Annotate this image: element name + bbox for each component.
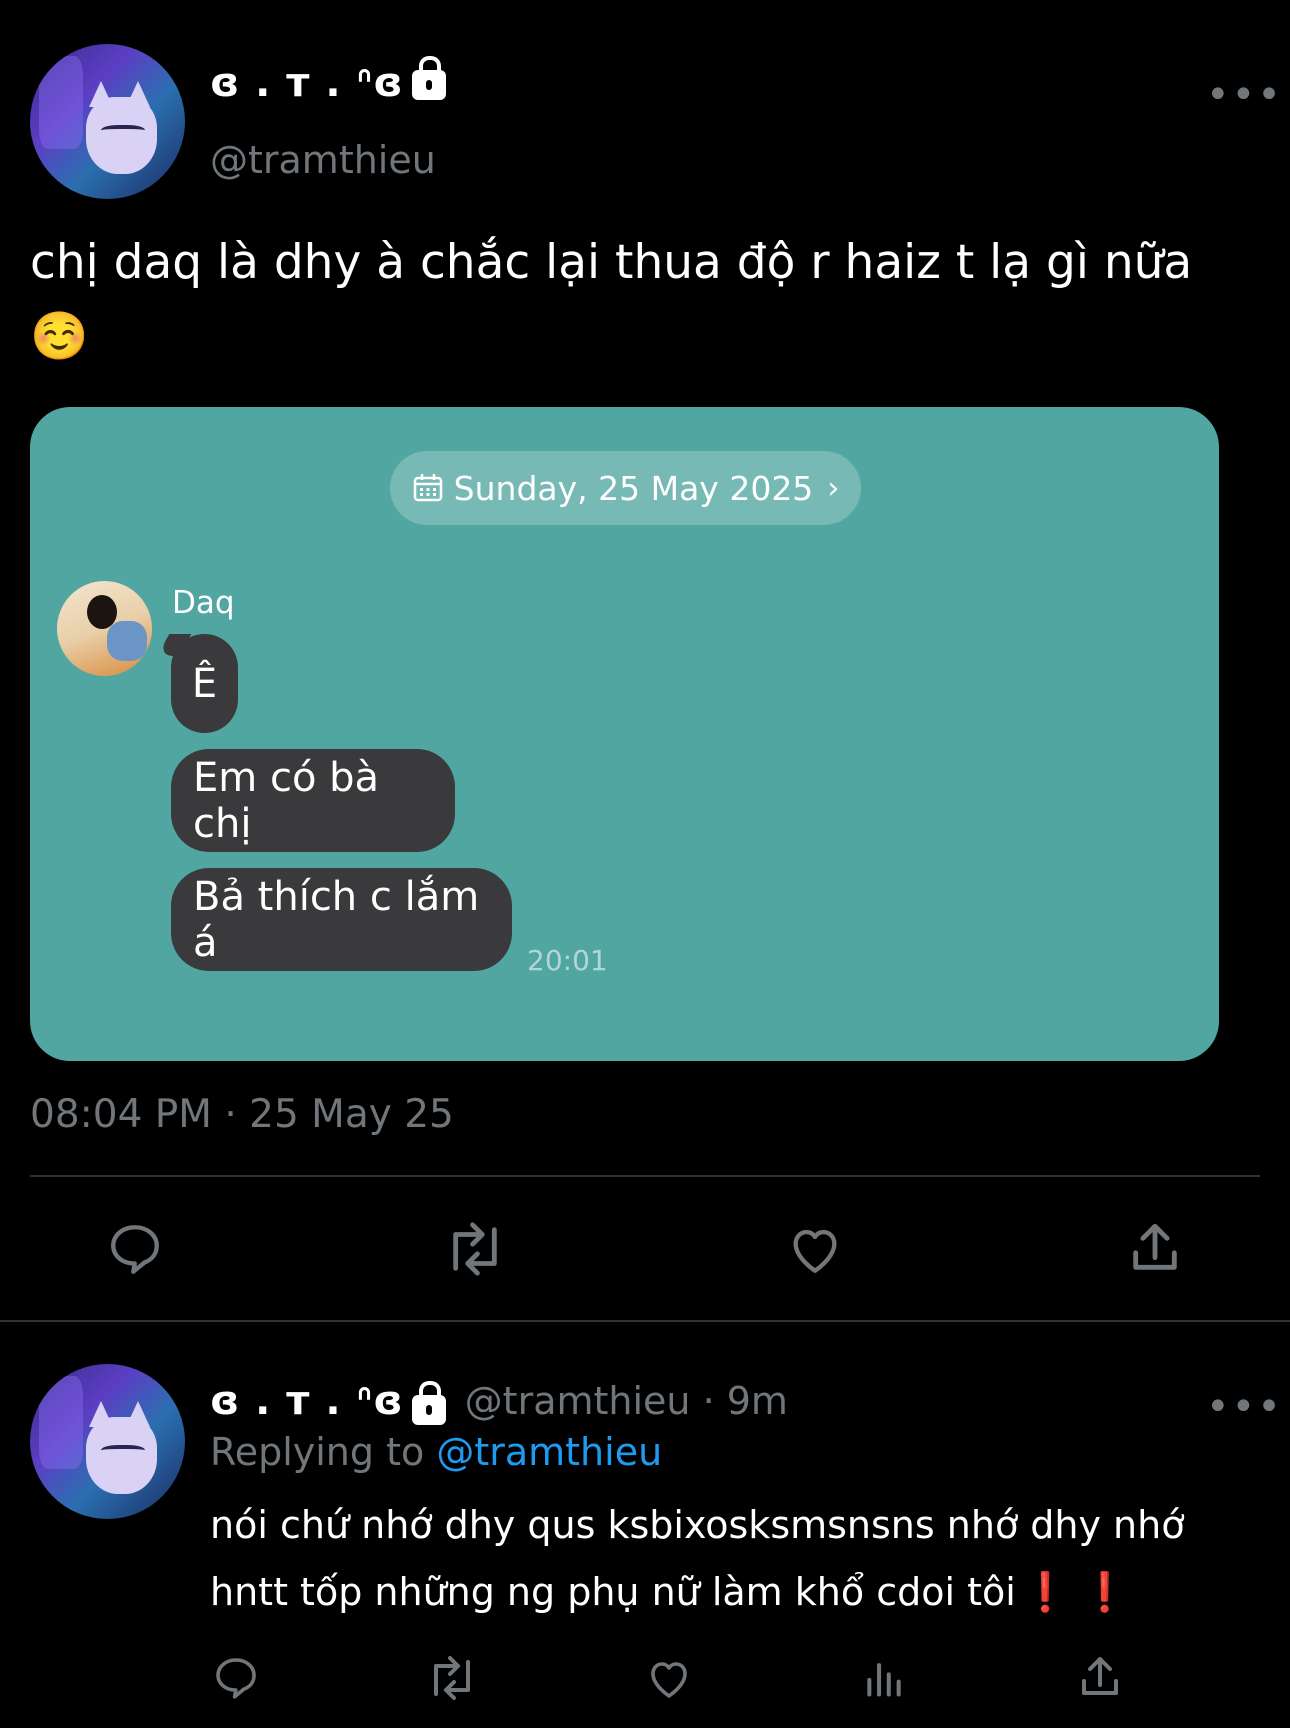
share-icon[interactable] bbox=[1126, 1218, 1184, 1278]
message-time: 20:01 bbox=[527, 944, 608, 977]
calendar-icon bbox=[413, 474, 442, 502]
message-bubble: Em có bà chị bbox=[171, 749, 455, 852]
like-icon[interactable] bbox=[785, 1220, 845, 1278]
tweet-text: chị daq là dhy à chắc lại thua độ r haiz… bbox=[30, 235, 1193, 364]
reply-icon[interactable] bbox=[212, 1654, 260, 1702]
reply-handle-time[interactable]: @tramthieu · 9m bbox=[465, 1379, 788, 1423]
divider bbox=[0, 1320, 1290, 1322]
message-bubble: Bả thích c lắm á bbox=[171, 868, 512, 971]
reply-author-avatar[interactable] bbox=[30, 1364, 185, 1519]
lock-icon bbox=[411, 56, 446, 100]
sender-name: Daq bbox=[172, 585, 235, 621]
reply-header: ɞ . ᴛ . ᐢɞ @tramthieu · 9m bbox=[210, 1378, 788, 1425]
divider bbox=[30, 1175, 1260, 1177]
more-options-button[interactable]: ••• bbox=[1206, 72, 1283, 118]
date-label: Sunday, 25 May 2025 bbox=[453, 468, 814, 508]
retweet-icon[interactable] bbox=[424, 1654, 480, 1702]
date-pill: Sunday, 25 May 2025 › bbox=[390, 451, 861, 525]
smiling-emoji: ☺️ bbox=[30, 309, 89, 364]
exclamation-marks: ❗ ❗ bbox=[1021, 1570, 1129, 1614]
reply-display-name[interactable]: ɞ . ᴛ . ᐢɞ bbox=[210, 1378, 404, 1424]
retweet-icon[interactable] bbox=[441, 1220, 509, 1278]
author-handle[interactable]: @tramthieu bbox=[210, 138, 436, 182]
share-icon[interactable] bbox=[1076, 1652, 1124, 1702]
chevron-right-icon: › bbox=[827, 470, 840, 506]
reply-more-options-button[interactable]: ••• bbox=[1206, 1384, 1283, 1430]
lock-icon bbox=[411, 1380, 446, 1425]
sender-avatar bbox=[57, 581, 152, 676]
reply-icon[interactable] bbox=[106, 1220, 164, 1278]
views-icon[interactable] bbox=[862, 1654, 906, 1702]
author-avatar[interactable] bbox=[30, 44, 185, 199]
author-display-name[interactable]: ɞ . ᴛ . ᐢɞ bbox=[210, 56, 446, 106]
replying-to-link[interactable]: @tramthieu bbox=[436, 1430, 662, 1474]
reply-text: nói chứ nhớ dhy qus ksbixosksmsnsns nhớ … bbox=[210, 1503, 1185, 1614]
like-icon[interactable] bbox=[644, 1654, 694, 1702]
tweet-timestamp: 08:04 PM · 25 May 25 bbox=[30, 1092, 454, 1137]
replying-to: Replying to @tramthieu bbox=[210, 1430, 663, 1474]
